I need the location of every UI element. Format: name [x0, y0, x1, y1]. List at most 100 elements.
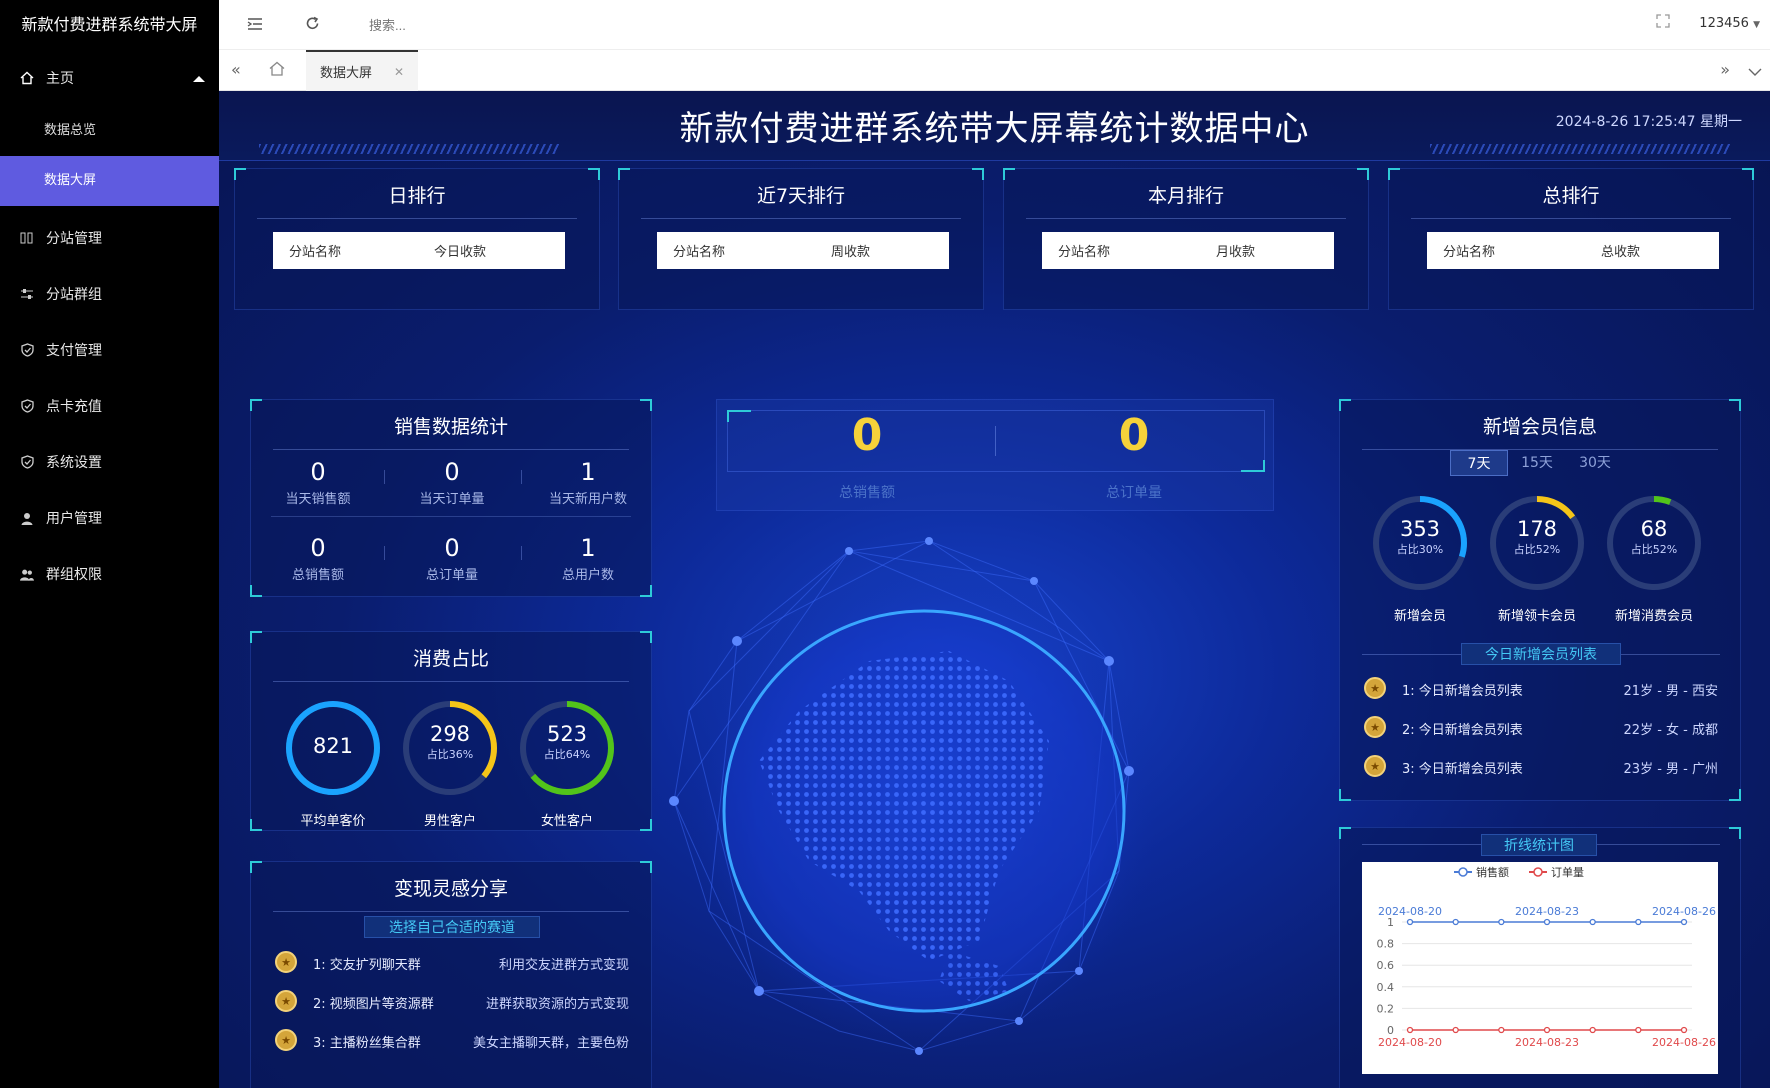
- medal-icon: ★: [1364, 755, 1386, 777]
- total-orders-label: 总订单量: [1106, 485, 1162, 501]
- sidebar-item-label: 点卡充值: [46, 399, 102, 415]
- ranking-panel-month: 本月排行 分站名称 月收款: [1003, 168, 1369, 310]
- ring-value: 821: [312, 734, 354, 758]
- data-point: [1452, 1026, 1459, 1034]
- ring-percentage: 占比64%: [543, 748, 591, 761]
- data-point: [1680, 1026, 1688, 1034]
- sidebar-item-label: 分站管理: [46, 231, 102, 247]
- stat-total-users: 1 总用户数: [561, 534, 614, 583]
- tab-bar: « 数据大屏 ✕ »: [219, 50, 1770, 91]
- data-point: [1452, 918, 1459, 926]
- column-header: 分站名称: [673, 245, 726, 260]
- shield-icon: [20, 343, 34, 357]
- tabs-scroll-right-icon[interactable]: »: [1720, 60, 1730, 79]
- legend-marker: [1533, 867, 1543, 877]
- consumption-ring: 523 占比64% 女性客户: [517, 698, 617, 829]
- line-chart-panel: 折线统计图 1 0.8 0.6 0.4 0.2 0 销售额 订单量 2024-08-20 2024…: [1339, 827, 1741, 1088]
- sidebar-item-label: 分站群组: [46, 287, 102, 303]
- row-detail: 利用交友进群方式变现: [498, 958, 629, 973]
- ring-percentage: 占比52%: [1630, 543, 1678, 556]
- row-title: 3: 主播粉丝集合群: [313, 1036, 421, 1051]
- ring-percentage: 占比30%: [1396, 543, 1444, 556]
- data-point: [1543, 1026, 1551, 1034]
- column-header: 分站名称: [1058, 245, 1111, 260]
- sidebar-item-label: 群组权限: [46, 567, 102, 583]
- sidebar-subitem-overview[interactable]: 数据总览: [0, 106, 219, 156]
- sales-stats-panel: 销售数据统计 0 当天销售额 0 当天订单量 1 当天新用户数 0 总销售额 0 总订单量…: [250, 399, 652, 597]
- sidebar-item-group-permissions[interactable]: 群组权限: [0, 546, 219, 602]
- medal-icon: ★: [275, 1029, 297, 1051]
- data-point: [1589, 918, 1596, 926]
- home-tab-icon[interactable]: [269, 61, 285, 80]
- row-title: 3: 今日新增会员列表: [1402, 762, 1523, 777]
- sidebar-item-site-groups[interactable]: 分站群组: [0, 266, 219, 322]
- ranking-panel-total: 总排行 分站名称 总收款: [1388, 168, 1754, 310]
- data-point: [1406, 918, 1414, 926]
- line-chart: 1 0.8 0.6 0.4 0.2 0 销售额 订单量 2024-08-20 2024-08-23…: [1362, 862, 1718, 1074]
- chart-title-pill: 折线统计图: [1481, 834, 1597, 856]
- fullscreen-icon[interactable]: [1656, 14, 1670, 32]
- sidebar-subitem-bigscreen[interactable]: 数据大屏: [0, 156, 219, 206]
- sidebar-item-home[interactable]: 主页: [0, 50, 219, 106]
- data-point: [1406, 1026, 1414, 1034]
- ring-label: 女性客户: [540, 814, 593, 829]
- shield-icon: [20, 399, 34, 413]
- data-point: [1635, 918, 1642, 926]
- close-icon[interactable]: ✕: [394, 65, 404, 79]
- column-header: 分站名称: [1443, 245, 1496, 260]
- ring-percentage: 占比52%: [1513, 543, 1561, 556]
- share-row: ★ 1: 交友扩列聊天群 利用交友进群方式变现: [251, 951, 651, 981]
- shield-icon: [20, 455, 34, 469]
- legend-marker: [1458, 867, 1468, 877]
- sidebar-item-payment[interactable]: 支付管理: [0, 322, 219, 378]
- ring-label: 新增领卡会员: [1497, 609, 1576, 624]
- stat-total-orders: 0 总订单量: [425, 534, 478, 583]
- ranking-table-header: 分站名称 今日收款: [273, 232, 565, 269]
- ring-value: 298: [429, 722, 471, 746]
- data-point: [1498, 1026, 1505, 1034]
- panel-title: 本月排行: [1147, 185, 1224, 207]
- y-tick-label: 0.6: [1377, 959, 1395, 972]
- row-title: 2: 今日新增会员列表: [1402, 723, 1523, 738]
- ranking-table-header: 分站名称 总收款: [1427, 232, 1719, 269]
- ring-percentage: 占比36%: [426, 748, 474, 761]
- tab-15days[interactable]: 15天: [1508, 450, 1566, 476]
- tab-30days[interactable]: 30天: [1566, 450, 1624, 476]
- y-tick-label: 0.4: [1377, 981, 1395, 994]
- sidebar: 新款付费进群系统带大屏 主页 数据总览 数据大屏 分站管理 分站群组 支付管理 …: [0, 0, 219, 1088]
- column-header: 月收款: [1216, 245, 1256, 260]
- data-point: [1680, 918, 1688, 926]
- sidebar-item-settings[interactable]: 系统设置: [0, 434, 219, 490]
- tab-bigscreen[interactable]: 数据大屏 ✕: [306, 50, 418, 91]
- home-icon: [20, 71, 34, 85]
- member-list-pill: 今日新增会员列表: [1461, 643, 1621, 665]
- app-logo-title: 新款付费进群系统带大屏: [21, 15, 198, 34]
- user-icon: [20, 511, 34, 525]
- legend-label: 订单量: [1551, 866, 1584, 879]
- members-panel: 新增会员信息 7天 15天 30天 353 占比30% 新增会员 178 占比52% 新增…: [1339, 399, 1741, 801]
- ranking-table-header: 分站名称 周收款: [657, 232, 949, 269]
- tabs-scroll-left-icon[interactable]: «: [231, 60, 241, 79]
- consumption-panel: 消费占比 821 平均单客价 298 占比36% 男性客户 523 占比64% 女性客户: [250, 631, 652, 831]
- dashboard-title: 新款付费进群系统带大屏幕统计数据中心: [679, 109, 1310, 149]
- sidebar-item-sites[interactable]: 分站管理: [0, 210, 219, 266]
- stat-today-new-users: 1 当天新用户数: [548, 458, 627, 507]
- bottom-x-tick-label: 2024-08-23: [1515, 1036, 1579, 1049]
- row-title: 1: 交友扩列聊天群: [313, 958, 421, 973]
- tab-7days[interactable]: 7天: [1450, 450, 1508, 476]
- search-input[interactable]: [369, 14, 569, 36]
- y-tick-label: 0.8: [1377, 938, 1395, 951]
- total-orders-value: 0: [1118, 410, 1150, 461]
- stat-total-sales: 0 总销售额: [291, 534, 344, 583]
- refresh-icon[interactable]: [305, 15, 320, 36]
- panel-title: 总排行: [1542, 185, 1600, 207]
- sidebar-item-users[interactable]: 用户管理: [0, 490, 219, 546]
- data-point: [1635, 1026, 1642, 1034]
- tabs-dropdown-icon[interactable]: [1748, 62, 1762, 81]
- menu-fold-icon[interactable]: [247, 15, 263, 36]
- sidebar-item-card-recharge[interactable]: 点卡充值: [0, 378, 219, 434]
- user-menu[interactable]: 123456 ▼: [1699, 16, 1760, 31]
- tab-label: 数据大屏: [320, 66, 373, 81]
- track-pill: 选择自己合适的赛道: [364, 916, 540, 938]
- columns-icon: [20, 231, 34, 245]
